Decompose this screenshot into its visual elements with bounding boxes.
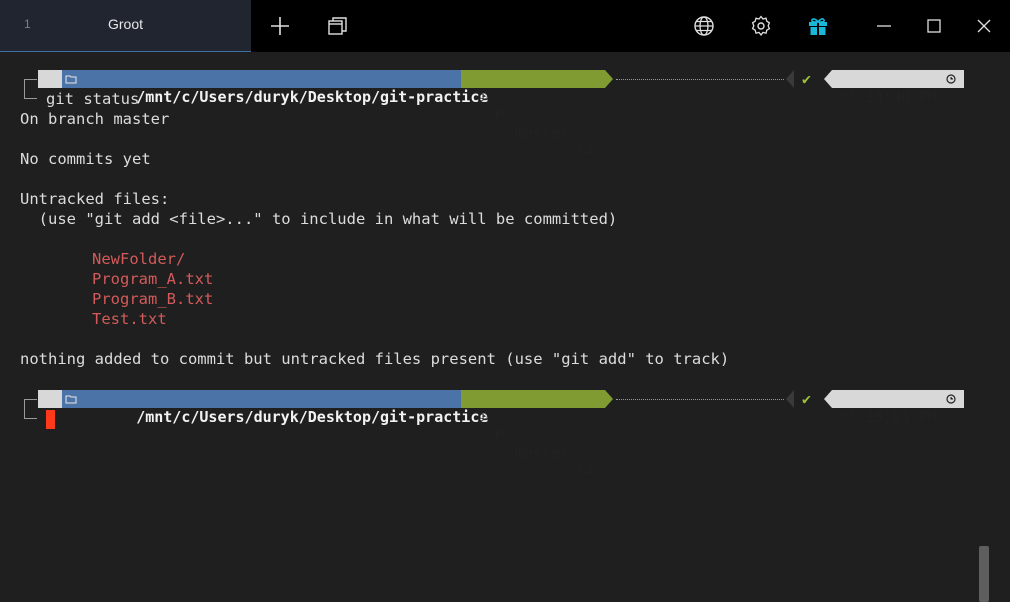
powerline-arrow xyxy=(786,70,794,88)
prompt-line: /mnt/c/Users/duryk/Desktop/git-practice … xyxy=(0,70,1010,160)
git-label: git xyxy=(479,412,496,422)
scrollbar-thumb[interactable] xyxy=(979,546,989,602)
output-line: On branch master xyxy=(20,110,170,128)
time-segment: 03:15:03 PM xyxy=(832,390,964,426)
scrollbar-track[interactable] xyxy=(979,122,989,602)
close-icon[interactable] xyxy=(972,14,996,38)
gift-icon[interactable] xyxy=(806,14,830,38)
time-segment: 03:14:40 PM xyxy=(832,70,964,106)
powerline-arrow xyxy=(786,390,794,408)
output-line: No commits yet xyxy=(20,150,151,168)
git-segment: git Ᵽ master ?4 xyxy=(461,390,605,480)
path-segment: /mnt/c/Users/duryk/Desktop/git-practice xyxy=(62,390,488,426)
untracked-file: Test.txt xyxy=(92,310,167,328)
path-segment: /mnt/c/Users/duryk/Desktop/git-practice xyxy=(62,70,488,106)
globe-icon[interactable] xyxy=(692,14,716,38)
folder-icon xyxy=(65,75,77,84)
terminal-tab[interactable]: 1 Groot xyxy=(0,0,251,52)
path-prefix: /mnt/c/Users/duryk/Desktop/ xyxy=(136,88,381,106)
powerline-arrow xyxy=(605,70,613,88)
duplicate-window-icon[interactable] xyxy=(326,14,350,38)
os-segment xyxy=(38,390,107,423)
prompt-filler xyxy=(616,381,784,400)
powerline-arrow xyxy=(605,390,613,408)
output-line: nothing added to commit but untracked fi… xyxy=(20,350,730,368)
clock-icon xyxy=(946,74,956,84)
tab-title: Groot xyxy=(107,16,143,32)
branch-name: master xyxy=(515,124,570,142)
title-bar: 1 Groot xyxy=(0,0,1010,52)
folder-icon xyxy=(65,395,77,404)
prompt-frame-bottom xyxy=(24,408,37,419)
terminal-pane[interactable]: /mnt/c/Users/duryk/Desktop/git-practice … xyxy=(0,52,1010,602)
prompt-filler xyxy=(616,61,784,80)
path-prefix: /mnt/c/Users/duryk/Desktop/ xyxy=(136,408,381,426)
git-status: ?4 xyxy=(575,462,594,480)
git-segment: git Ᵽ master ?4 xyxy=(461,70,605,160)
path-dir: git-practice xyxy=(380,88,489,106)
path-dir: git-practice xyxy=(380,408,489,426)
untracked-file: NewFolder/ xyxy=(92,250,186,268)
clock-icon xyxy=(946,394,956,404)
gear-icon[interactable] xyxy=(749,14,773,38)
untracked-file: Program_B.txt xyxy=(92,290,214,308)
prompt-time: 03:14:40 PM xyxy=(838,88,938,106)
output-line: (use "git add <file>..." to include in w… xyxy=(20,210,618,228)
plus-icon[interactable] xyxy=(268,14,292,38)
powerline-arrow xyxy=(824,390,832,408)
minimize-icon[interactable] xyxy=(872,14,896,38)
output-line: Untracked files: xyxy=(20,190,170,208)
git-status: ?4 xyxy=(575,142,594,160)
powerline-arrow xyxy=(824,70,832,88)
branch-icon: Ᵽ xyxy=(495,106,505,124)
command-text: git status xyxy=(46,90,140,108)
prompt-line: /mnt/c/Users/duryk/Desktop/git-practice … xyxy=(0,390,1010,480)
text-cursor[interactable] xyxy=(46,410,55,429)
untracked-file: Program_A.txt xyxy=(92,270,214,288)
git-label: git xyxy=(479,92,496,102)
branch-icon: Ᵽ xyxy=(495,426,505,444)
success-check-icon: ✔ xyxy=(802,390,812,408)
branch-name: master xyxy=(515,444,570,462)
prompt-frame-bottom xyxy=(24,88,37,99)
prompt-time: 03:15:03 PM xyxy=(838,408,938,426)
os-segment xyxy=(38,70,107,103)
maximize-icon[interactable] xyxy=(922,14,946,38)
success-check-icon: ✔ xyxy=(802,70,812,88)
